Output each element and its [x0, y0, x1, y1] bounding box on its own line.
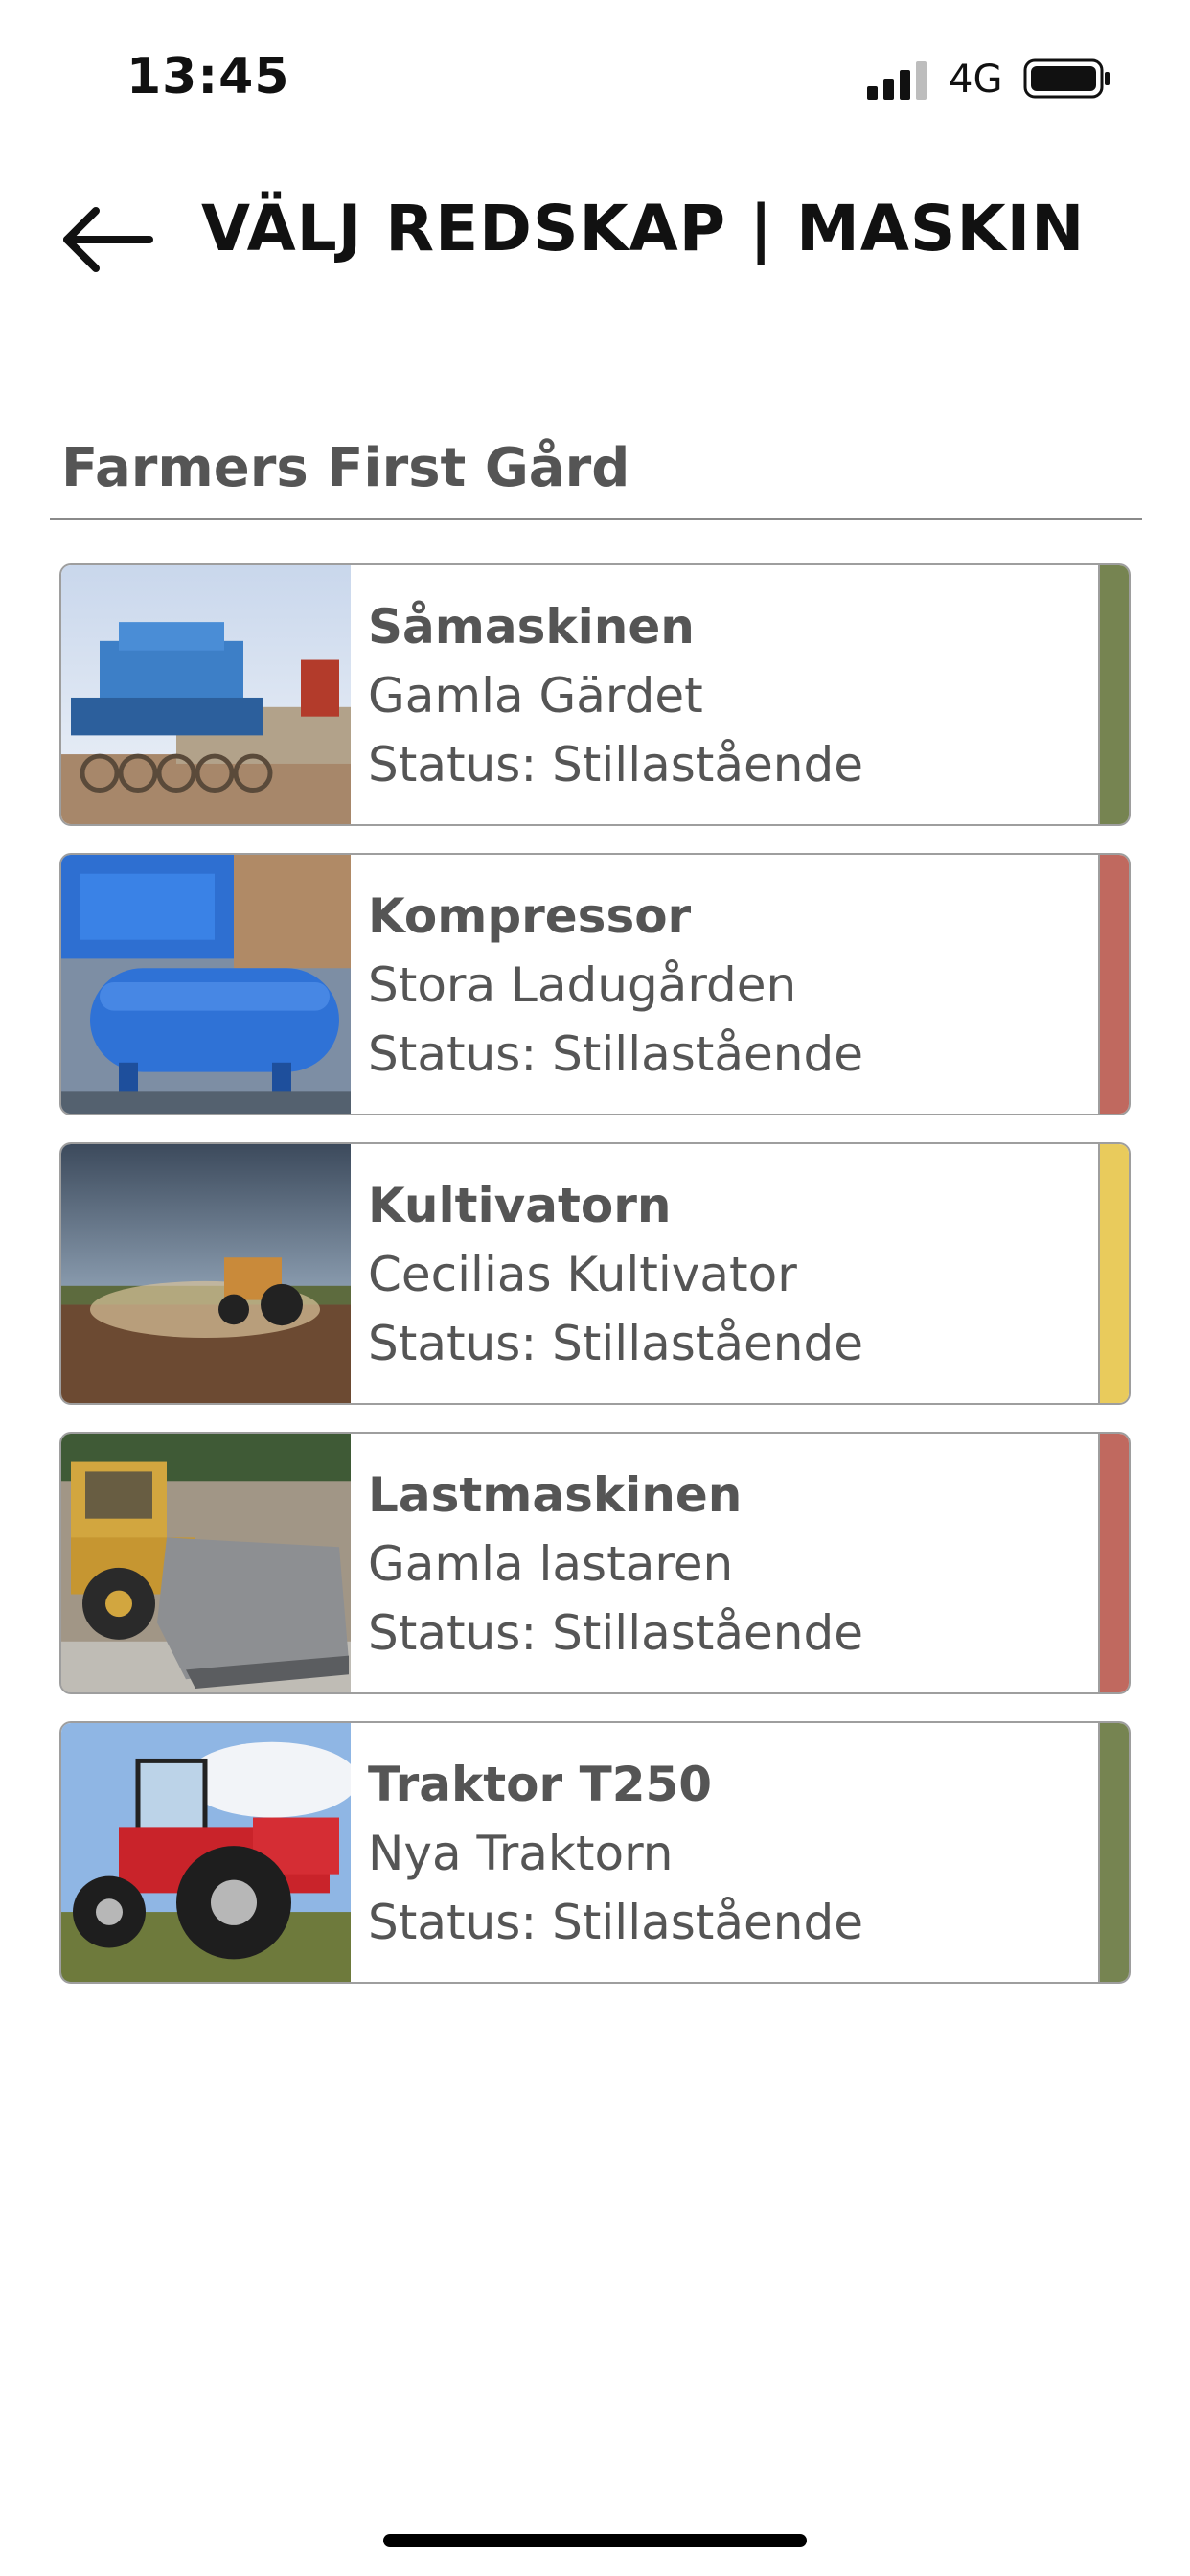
- page-title: VÄLJ REDSKAP | MASKIN: [201, 192, 1086, 265]
- machine-name: Kompressor: [368, 888, 692, 944]
- back-button[interactable]: [57, 201, 163, 278]
- status-time: 13:45: [126, 48, 290, 105]
- machine-location: Gamla lastaren: [368, 1536, 734, 1592]
- machine-card-lastmaskinen[interactable]: Lastmaskinen Gamla lastaren Status: Stil…: [59, 1432, 1131, 1694]
- machine-text: Kompressor Stora Ladugården Status: Stil…: [368, 882, 1090, 1089]
- machine-location: Stora Ladugården: [368, 957, 797, 1013]
- machine-text: Traktor T250 Nya Traktorn Status: Stilla…: [368, 1750, 1090, 1957]
- seed-drill-image: [61, 565, 351, 824]
- machine-list: Såmaskinen Gamla Gärdet Status: Stillast…: [59, 564, 1131, 2011]
- machine-name: Såmaskinen: [368, 599, 695, 655]
- machine-card-kompressor[interactable]: Kompressor Stora Ladugården Status: Stil…: [59, 853, 1131, 1116]
- status-indicator: [1098, 855, 1129, 1114]
- battery-icon: [1023, 58, 1110, 99]
- status-indicator: [1098, 1434, 1129, 1692]
- machine-location: Cecilias Kultivator: [368, 1247, 797, 1302]
- machine-name: Lastmaskinen: [368, 1467, 743, 1523]
- status-indicator: [1098, 565, 1129, 824]
- tractor-image: [61, 1723, 351, 1982]
- signal-icon: [867, 61, 927, 100]
- machine-card-traktor-t250[interactable]: Traktor T250 Nya Traktorn Status: Stilla…: [59, 1721, 1131, 1984]
- machine-card-samaskinen[interactable]: Såmaskinen Gamla Gärdet Status: Stillast…: [59, 564, 1131, 826]
- machine-text: Lastmaskinen Gamla lastaren Status: Stil…: [368, 1460, 1090, 1668]
- machine-card-kultivatorn[interactable]: Kultivatorn Cecilias Kultivator Status: …: [59, 1142, 1131, 1405]
- cultivator-image: [61, 1144, 351, 1403]
- compressor-image: [61, 855, 351, 1114]
- machine-status: Status: Stillastående: [368, 1316, 863, 1371]
- arrow-left-icon: [63, 207, 153, 272]
- status-bar: 13:45 4G: [0, 0, 1190, 153]
- machine-status: Status: Stillastående: [368, 1895, 863, 1950]
- home-indicator[interactable]: [383, 2534, 807, 2547]
- machine-text: Såmaskinen Gamla Gärdet Status: Stillast…: [368, 592, 1090, 799]
- network-label: 4G: [949, 58, 1003, 102]
- machine-status: Status: Stillastående: [368, 1026, 863, 1082]
- header: VÄLJ REDSKAP | MASKIN: [0, 172, 1190, 297]
- status-indicator: [1098, 1144, 1129, 1403]
- status-indicator: [1098, 1723, 1129, 1982]
- farm-divider: [50, 518, 1142, 520]
- machine-text: Kultivatorn Cecilias Kultivator Status: …: [368, 1171, 1090, 1378]
- machine-name: Kultivatorn: [368, 1178, 672, 1233]
- machine-status: Status: Stillastående: [368, 737, 863, 793]
- farm-name: Farmers First Gård: [61, 437, 630, 499]
- wheel-loader-image: [61, 1434, 351, 1692]
- machine-name: Traktor T250: [368, 1757, 713, 1812]
- machine-location: Nya Traktorn: [368, 1826, 674, 1881]
- machine-location: Gamla Gärdet: [368, 668, 703, 724]
- machine-status: Status: Stillastående: [368, 1605, 863, 1661]
